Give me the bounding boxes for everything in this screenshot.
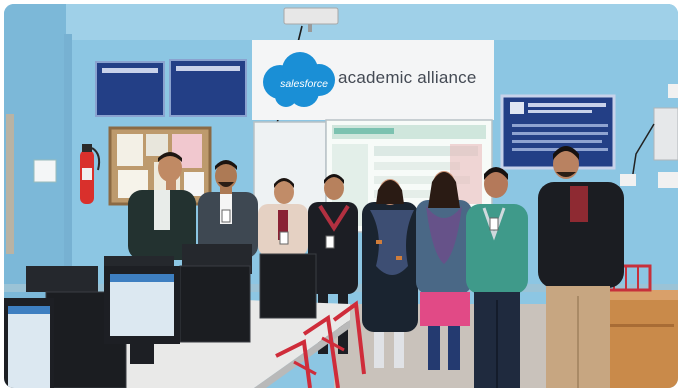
- classroom-photo: [4, 4, 678, 388]
- academic-alliance-label: academic alliance: [338, 68, 477, 87]
- cpu-tower-2: [259, 253, 317, 319]
- air-conditioner: [653, 107, 678, 161]
- photo-frame: salesforce academic alliance: [4, 4, 678, 388]
- monitor-back-1: [26, 266, 98, 292]
- notice-board-left-1: [95, 61, 165, 117]
- notice-board-left-2: [169, 59, 247, 117]
- monitor-front-2: [4, 298, 54, 388]
- cpu-tower-1: [179, 265, 251, 343]
- salesforce-logo-text: salesforce: [280, 78, 328, 90]
